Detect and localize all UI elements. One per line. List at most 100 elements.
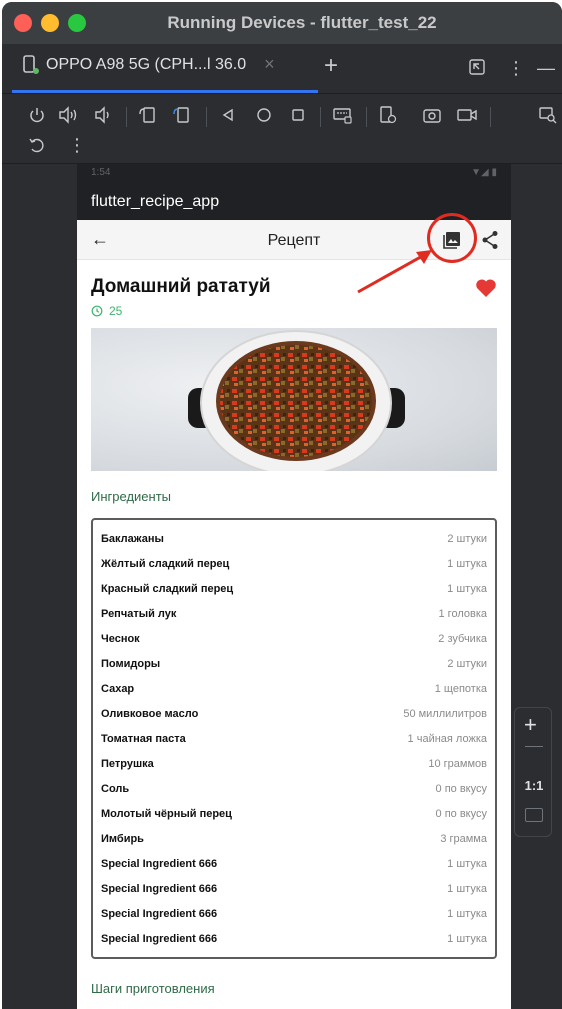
ingredient-quantity: 1 щепотка (434, 682, 487, 695)
ingredient-row: Special Ingredient 666 1 штука (101, 851, 487, 876)
ingredient-name: Чеснок (101, 632, 140, 645)
ingredient-name: Special Ingredient 666 (101, 932, 218, 945)
device-toolbar: ⋮ (2, 94, 562, 164)
ingredient-quantity: 2 зубчика (438, 632, 487, 645)
volume-up-icon[interactable] (58, 106, 80, 124)
cook-time-value: 25 (109, 304, 123, 318)
running-devices-window: Running Devices - flutter_test_22 OPPO A… (2, 2, 562, 1009)
rotate-right-icon[interactable] (172, 106, 192, 124)
ingredient-quantity: 1 штука (447, 557, 487, 570)
ingredient-name: Петрушка (101, 757, 154, 770)
ingredient-quantity: 0 по вкусу (435, 807, 487, 820)
dish-image (188, 330, 405, 471)
collapse-icon[interactable] (468, 58, 486, 76)
zoom-in-button[interactable]: + (524, 712, 537, 738)
ingredient-row: Оливковое масло 50 миллилитров (101, 701, 487, 726)
ingredients-table: Баклажаны 2 штуки Жёлтый сладкий перец 1 шт… (91, 518, 497, 959)
ingredient-row: Красный сладкий перец 1 штука (101, 576, 487, 601)
toolbar-separator (490, 107, 491, 127)
ingredient-quantity: 0 по вкусу (435, 782, 487, 795)
toolbar-separator (320, 107, 321, 127)
ingredient-quantity: 10 граммов (428, 757, 487, 770)
app-name: flutter_recipe_app (91, 193, 220, 210)
ingredient-row: Special Ingredient 666 1 штука (101, 876, 487, 901)
rotate-left-icon[interactable] (138, 106, 158, 124)
ingredient-name: Помидоры (101, 657, 161, 670)
ingredient-name: Special Ingredient 666 (101, 882, 218, 895)
active-tab-indicator (12, 90, 318, 93)
zoom-fit-icon[interactable] (525, 808, 543, 822)
steps-heading: Шаги приготовления (91, 981, 215, 996)
close-tab-icon[interactable]: × (264, 54, 275, 75)
ingredient-quantity: 1 штука (447, 582, 487, 595)
ingredient-name: Красный сладкий перец (101, 582, 234, 595)
ingredient-name: Соль (101, 782, 130, 795)
ingredient-name: Special Ingredient 666 (101, 857, 218, 870)
ingredient-row: Special Ingredient 666 1 штука (101, 926, 487, 951)
share-icon[interactable] (481, 230, 499, 250)
ingredient-row: Баклажаны 2 штуки (101, 526, 487, 551)
ingredient-quantity: 2 штуки (447, 657, 487, 670)
ingredient-quantity: 2 штуки (447, 532, 487, 545)
annotation-arrow (357, 250, 432, 294)
ingredients-heading: Ингредиенты (91, 489, 171, 504)
ingredient-quantity: 1 чайная ложка (407, 732, 487, 745)
phone-status-bar: 1:54 ▼◢ ▮ (77, 164, 511, 182)
toolbar-separator (206, 107, 207, 127)
zoom-ratio-button[interactable]: 1:1 (515, 778, 553, 793)
device-display-area: 1:54 ▼◢ ▮ flutter_recipe_app ← Рецепт До… (2, 164, 562, 1009)
home-icon[interactable] (256, 107, 272, 123)
ingredient-row: Чеснок 2 зубчика (101, 626, 487, 651)
favorite-heart-icon[interactable] (475, 278, 497, 298)
toolbar-separator (366, 107, 367, 127)
toolbar-separator (126, 107, 127, 127)
ingredient-row: Жёлтый сладкий перец 1 штука (101, 551, 487, 576)
recipe-photo (91, 328, 497, 471)
status-time: 1:54 (91, 167, 111, 178)
cook-time: 25 (91, 304, 497, 318)
device-tab[interactable]: OPPO A98 5G (CPH...l 36.0 × (22, 54, 275, 75)
ingredient-name: Томатная паста (101, 732, 186, 745)
ingredient-name: Сахар (101, 682, 135, 695)
volume-down-icon[interactable] (94, 106, 112, 124)
zoom-out-button[interactable] (525, 746, 543, 747)
ingredient-row: Помидоры 2 штуки (101, 651, 487, 676)
more-options-icon[interactable]: ⋮ (507, 58, 525, 79)
zoom-controls: + 1:1 (514, 707, 552, 837)
ingredient-name: Баклажаны (101, 532, 164, 545)
phone-device-icon (23, 54, 39, 74)
ingredient-quantity: 1 штука (447, 882, 487, 895)
screenshot-icon[interactable] (422, 106, 442, 124)
keyboard-icon[interactable] (332, 106, 352, 124)
recipe-header: Домашний рататуй 25 (77, 260, 511, 318)
ingredient-quantity: 3 грамма (440, 832, 487, 845)
layout-inspector-icon[interactable] (538, 106, 558, 124)
ingredient-row: Соль 0 по вкусу (101, 776, 487, 801)
ingredient-quantity: 1 штука (447, 932, 487, 945)
ingredient-row: Сахар 1 щепотка (101, 676, 487, 701)
minimize-panel-icon[interactable]: — (537, 58, 555, 79)
ingredient-name: Молотый чёрный перец (101, 807, 232, 820)
reset-icon[interactable] (28, 136, 46, 154)
more-tools-icon[interactable]: ⋮ (68, 136, 86, 154)
ingredient-name: Репчатый лук (101, 607, 177, 620)
ingredient-row: Имбирь 3 грамма (101, 826, 487, 851)
back-icon[interactable] (220, 107, 236, 123)
add-device-button[interactable]: + (324, 52, 338, 80)
ingredient-name: Special Ingredient 666 (101, 907, 218, 920)
device-settings-icon[interactable] (378, 106, 398, 124)
ingredient-name: Жёлтый сладкий перец (101, 557, 230, 570)
window-title: Running Devices - flutter_test_22 (167, 13, 437, 32)
overview-icon[interactable] (290, 107, 306, 123)
ingredient-quantity: 1 штука (447, 857, 487, 870)
ingredient-row: Репчатый лук 1 головка (101, 601, 487, 626)
screen-record-icon[interactable] (456, 106, 478, 124)
power-icon[interactable] (28, 106, 46, 124)
ingredient-row: Петрушка 10 граммов (101, 751, 487, 776)
ingredient-quantity: 1 головка (438, 607, 488, 620)
status-signals: ▼◢ ▮ (471, 167, 497, 178)
phone-screen[interactable]: 1:54 ▼◢ ▮ flutter_recipe_app ← Рецепт До… (77, 164, 511, 1009)
device-tab-label: OPPO A98 5G (CPH...l 36.0 (46, 55, 247, 73)
ingredient-row: Молотый чёрный перец 0 по вкусу (101, 801, 487, 826)
device-tab-bar: OPPO A98 5G (CPH...l 36.0 × + ⋮ — (2, 44, 562, 94)
